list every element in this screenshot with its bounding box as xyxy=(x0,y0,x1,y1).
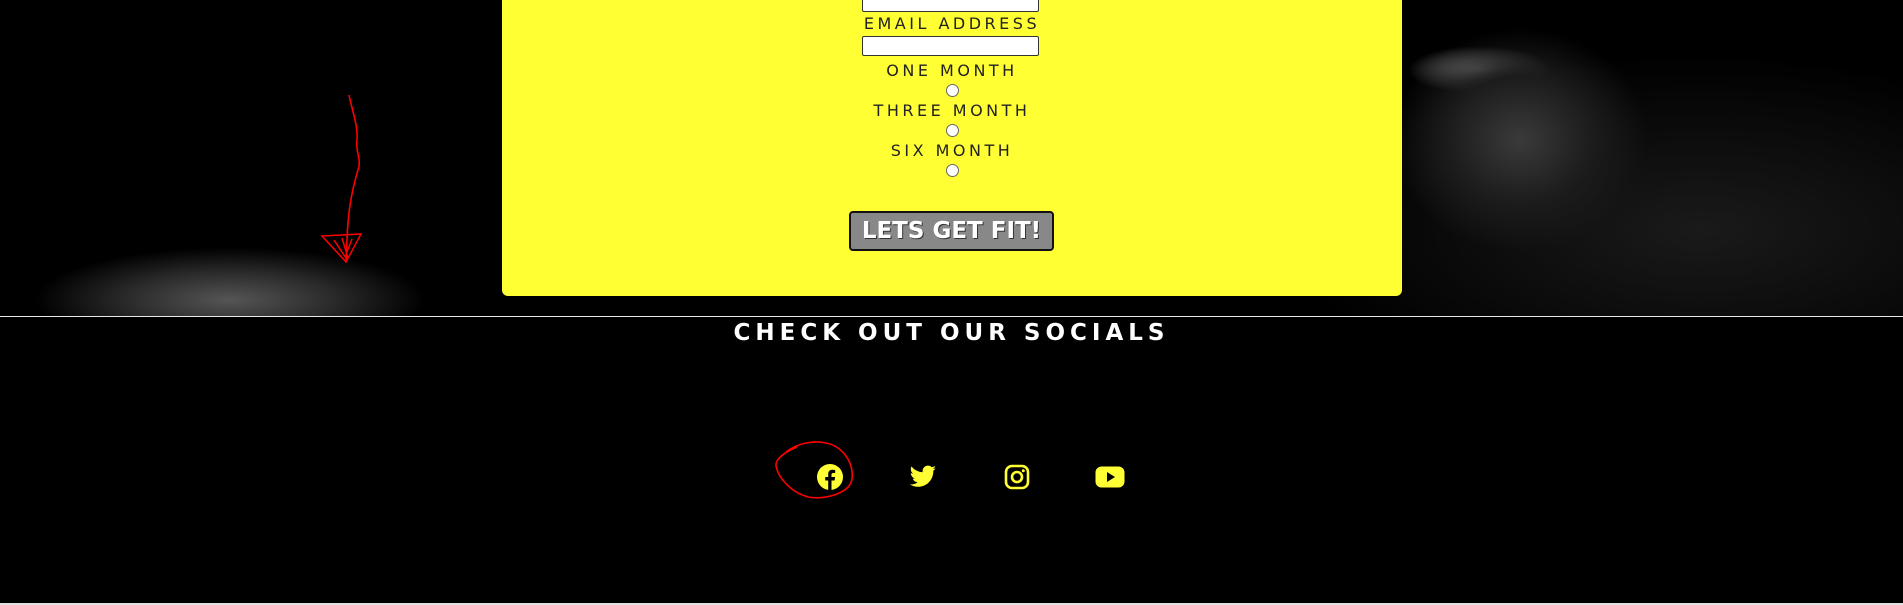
instagram-icon[interactable] xyxy=(1002,462,1032,492)
previous-input-field[interactable] xyxy=(862,0,1039,12)
facebook-icon[interactable] xyxy=(815,462,845,492)
plan-label-six-month: SIX MONTH xyxy=(890,141,1014,160)
email-label: EMAIL ADDRESS xyxy=(863,14,1041,33)
plan-label-one-month: ONE MONTH xyxy=(886,61,1018,80)
plan-radio-six-month[interactable] xyxy=(946,164,959,177)
plan-radio-one-month[interactable] xyxy=(946,84,959,97)
email-field[interactable] xyxy=(862,36,1039,56)
instagram-icon-graphic xyxy=(1004,464,1030,490)
twitter-icon[interactable] xyxy=(908,462,938,492)
twitter-icon-graphic xyxy=(909,465,936,487)
youtube-icon-graphic xyxy=(1095,466,1125,488)
socials-heading: CHECK OUT OUR SOCIALS xyxy=(733,320,1170,346)
plan-label-three-month: THREE MONTH xyxy=(873,101,1031,120)
facebook-icon-graphic xyxy=(817,464,843,490)
section-divider xyxy=(0,316,1903,317)
youtube-icon[interactable] xyxy=(1095,462,1125,492)
plan-radio-three-month[interactable] xyxy=(946,124,959,137)
submit-button[interactable]: LETS GET FIT! xyxy=(849,211,1054,251)
